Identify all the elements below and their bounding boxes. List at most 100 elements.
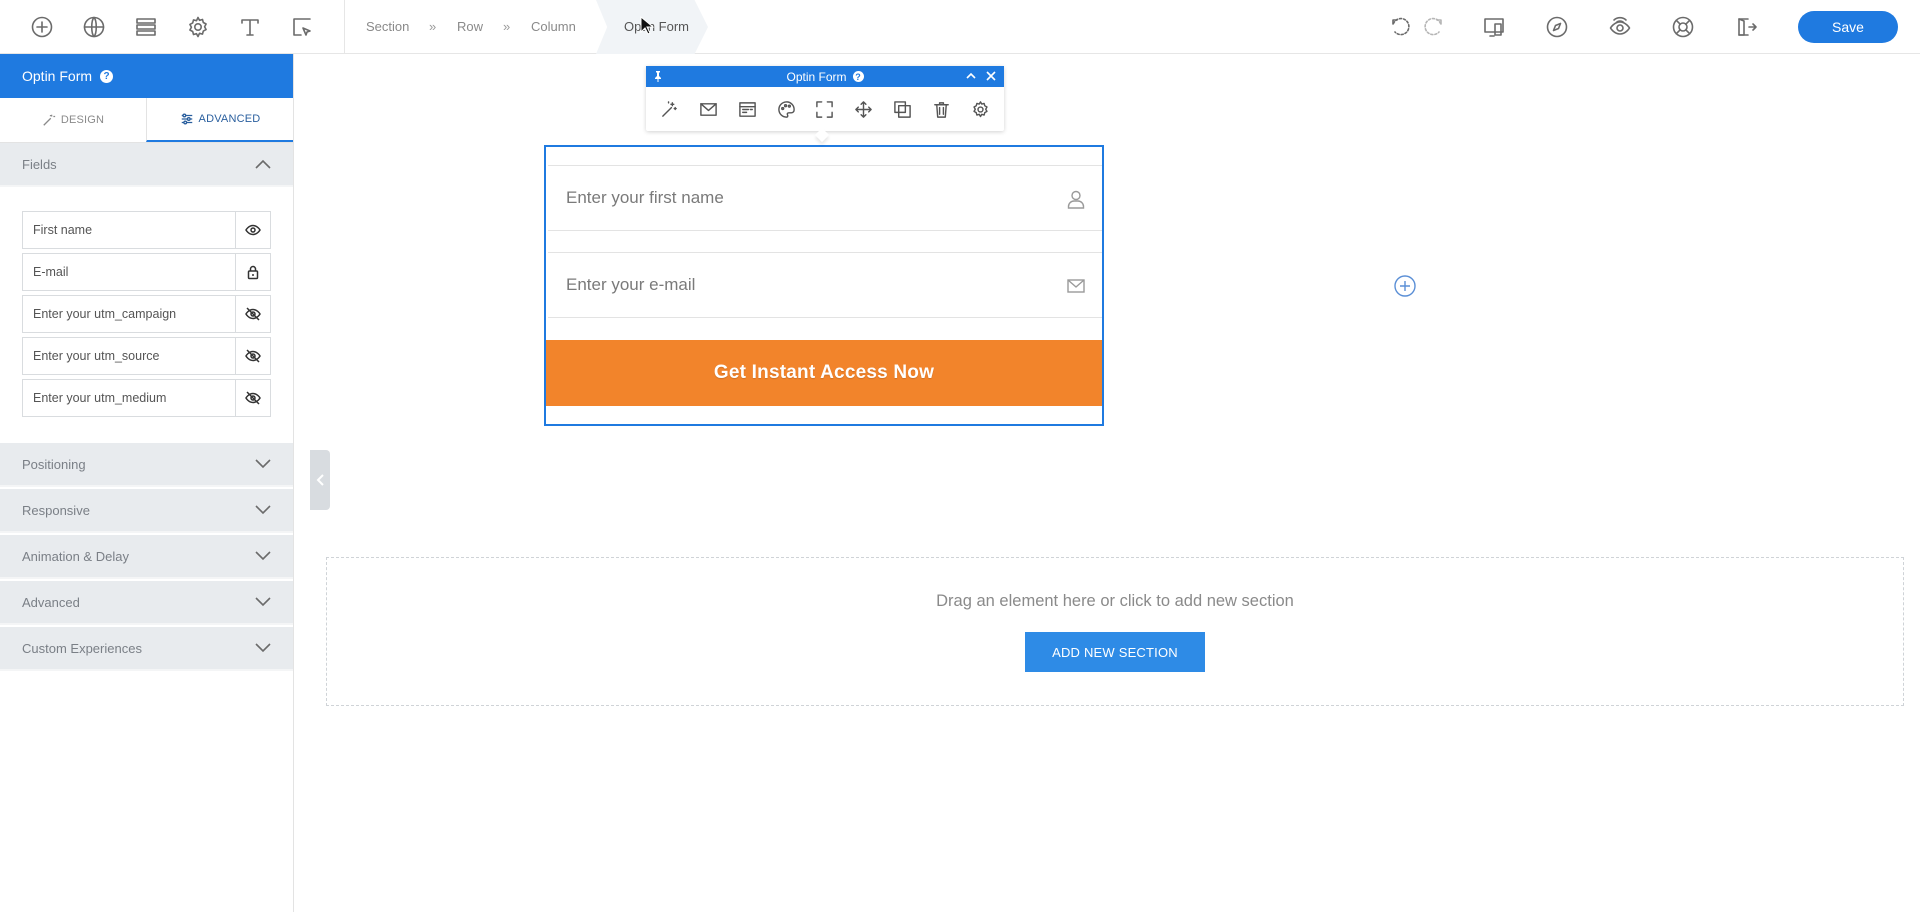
eye-off-icon[interactable]	[235, 338, 270, 374]
tab-advanced[interactable]: ADVANCED	[146, 98, 293, 142]
top-toolbar: Section » Row » Column Optin Form Save	[0, 0, 1920, 54]
save-button[interactable]: Save	[1798, 11, 1898, 43]
settings-icon[interactable]	[966, 95, 994, 123]
collapse-panel-handle[interactable]	[310, 450, 330, 510]
element-toolbar-controls	[964, 68, 998, 84]
tab-design[interactable]: DESIGN	[0, 98, 146, 142]
add-icon[interactable]	[27, 12, 57, 42]
chevron-up-icon	[255, 159, 271, 169]
chevron-up-icon[interactable]	[964, 68, 978, 84]
eye-off-icon[interactable]	[235, 380, 270, 416]
responsive-icon[interactable]	[1479, 12, 1509, 42]
text-icon[interactable]	[235, 12, 265, 42]
section-fields[interactable]: Fields	[0, 143, 293, 187]
element-toolbar-header: Optin Form ?	[646, 66, 1004, 87]
field-row: Enter your utm_medium	[22, 379, 271, 417]
field-row: First name	[22, 211, 271, 249]
envelope-icon	[1066, 276, 1086, 296]
field-name[interactable]: Enter your utm_campaign	[23, 296, 235, 332]
email-icon[interactable]	[694, 95, 722, 123]
optin-form-element[interactable]: Enter your first name Enter your e-mail …	[544, 145, 1104, 426]
help-icon[interactable]: ?	[852, 71, 864, 82]
chevron-down-icon	[255, 505, 271, 515]
magic-wand-icon[interactable]	[655, 95, 683, 123]
field-name[interactable]: Enter your utm_source	[23, 338, 235, 374]
section-custom-experiences[interactable]: Custom Experiences	[0, 627, 293, 671]
section-animation-delay[interactable]: Animation & Delay	[0, 535, 293, 579]
form-icon[interactable]	[733, 95, 761, 123]
section-responsive[interactable]: Responsive	[0, 489, 293, 533]
tab-advanced-label: ADVANCED	[198, 113, 261, 125]
chevron-down-icon	[255, 597, 271, 607]
section-label: Custom Experiences	[22, 640, 142, 656]
compass-icon[interactable]	[1542, 12, 1572, 42]
help-icon[interactable]	[1668, 12, 1698, 42]
element-toolbar: Optin Form ?	[646, 66, 1004, 131]
breadcrumb-separator: »	[429, 19, 437, 34]
dropzone-text: Drag an element here or click to add new…	[936, 592, 1294, 610]
field-name[interactable]: First name	[23, 212, 235, 248]
magic-wand-icon	[43, 114, 55, 126]
get-access-button[interactable]: Get Instant Access Now	[546, 340, 1102, 406]
first-name-placeholder: Enter your first name	[566, 188, 724, 207]
chevron-down-icon	[255, 551, 271, 561]
help-icon[interactable]: ?	[100, 69, 114, 83]
trash-icon[interactable]	[928, 95, 956, 123]
panel-title: Optin Form	[22, 68, 93, 84]
breadcrumb-separator: »	[503, 19, 511, 34]
tab-design-label: DESIGN	[60, 114, 105, 126]
section-label: Advanced	[22, 594, 80, 610]
pin-icon[interactable]	[652, 70, 664, 82]
undo-icon[interactable]	[1386, 12, 1416, 42]
add-new-section-button[interactable]: ADD NEW SECTION	[1025, 632, 1205, 672]
breadcrumb-section[interactable]: Section	[366, 19, 409, 34]
first-name-input[interactable]: Enter your first name	[548, 165, 1102, 231]
panel-tabs: DESIGN ADVANCED	[0, 98, 293, 143]
toolbar-divider	[344, 0, 345, 54]
field-row: Enter your utm_source	[22, 337, 271, 375]
email-placeholder: Enter your e-mail	[566, 275, 696, 294]
section-label: Responsive	[22, 502, 90, 518]
field-row: Enter your utm_campaign	[22, 295, 271, 333]
element-toolbar-title: Optin Form	[786, 69, 847, 84]
section-advanced[interactable]: Advanced	[0, 581, 293, 625]
lock-icon[interactable]	[235, 254, 270, 290]
gear-icon[interactable]	[183, 12, 213, 42]
section-positioning[interactable]: Positioning	[0, 443, 293, 487]
element-toolbar-tools	[646, 87, 1004, 131]
select-element-icon[interactable]	[287, 12, 317, 42]
layout-icon[interactable]	[131, 12, 161, 42]
chevron-down-icon	[255, 643, 271, 653]
section-fields-label: Fields	[22, 156, 57, 172]
mouse-cursor-icon	[640, 16, 655, 35]
exit-icon[interactable]	[1731, 12, 1761, 42]
close-icon[interactable]	[984, 68, 998, 84]
breadcrumb-column[interactable]: Column	[531, 19, 576, 34]
fullscreen-icon[interactable]	[811, 95, 839, 123]
redo-icon[interactable]	[1418, 12, 1448, 42]
user-icon	[1066, 189, 1086, 209]
new-section-dropzone[interactable]: Drag an element here or click to add new…	[326, 557, 1904, 706]
settings-panel: Optin Form ? DESIGN ADVANCED Fields Firs…	[0, 54, 294, 912]
add-column-icon[interactable]	[1393, 274, 1417, 298]
section-label: Positioning	[22, 456, 86, 472]
email-input[interactable]: Enter your e-mail	[548, 252, 1102, 318]
panel-header: Optin Form ?	[0, 54, 293, 98]
breadcrumb-row[interactable]: Row	[457, 19, 483, 34]
breadcrumb-optin-form[interactable]: Optin Form	[624, 19, 689, 34]
sliders-icon	[181, 113, 192, 125]
globe-icon[interactable]	[79, 12, 109, 42]
move-icon[interactable]	[850, 95, 878, 123]
fields-list: First name E-mail Enter your utm_campaig…	[0, 189, 293, 443]
field-row: E-mail	[22, 253, 271, 291]
duplicate-icon[interactable]	[889, 95, 917, 123]
chevron-down-icon	[255, 459, 271, 469]
field-name[interactable]: Enter your utm_medium	[23, 380, 235, 416]
preview-icon[interactable]	[1605, 12, 1635, 42]
field-name[interactable]: E-mail	[23, 254, 235, 290]
palette-icon[interactable]	[772, 95, 800, 123]
eye-icon[interactable]	[235, 212, 270, 248]
chevron-left-icon	[316, 474, 324, 486]
section-label: Animation & Delay	[22, 548, 129, 564]
eye-off-icon[interactable]	[235, 296, 270, 332]
